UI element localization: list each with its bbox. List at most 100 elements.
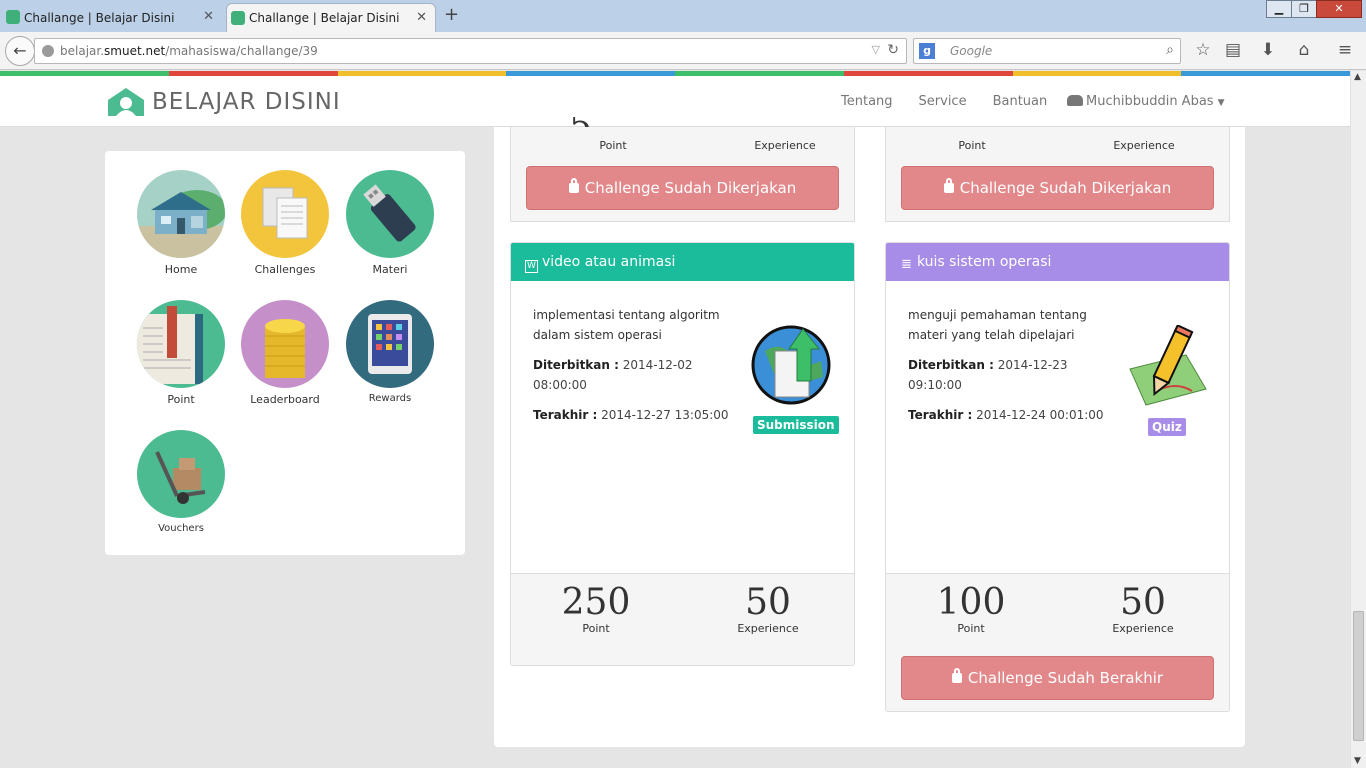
challenge-card-video: Wvideo atau animasi implementasi tentang… (510, 242, 855, 666)
card-body: menguji pemahaman tentang materi yang te… (886, 281, 1229, 573)
reading-list-icon[interactable]: ▤ (1222, 39, 1244, 61)
users-icon (1067, 95, 1083, 106)
experience-label: Experience (737, 622, 799, 635)
nav-tentang[interactable]: Tentang (841, 94, 893, 109)
tab-close-icon[interactable]: ✕ (203, 9, 214, 24)
deadline-date: Terakhir : 2014-12-24 00:01:00 (908, 408, 1104, 422)
challenge-done-button[interactable]: Challenge Sudah Dikerjakan (901, 166, 1214, 210)
experience-stat: 50 Experience (708, 582, 828, 636)
button-label: Challenge Sudah Dikerjakan (959, 179, 1172, 197)
published-date: Diterbitkan : 2014-12-23 09:10:00 (908, 358, 1068, 392)
back-arrow-icon[interactable]: ← (5, 36, 35, 66)
tab-close-icon[interactable]: ✕ (416, 10, 427, 25)
maximize-icon[interactable]: ❐ (1291, 0, 1317, 18)
experience-stat: 50 Experience (1083, 582, 1203, 636)
search-bar[interactable]: g Google ⌕ (913, 38, 1181, 64)
point-label: Point (582, 622, 610, 635)
sidebar-item-label: Materi (372, 263, 408, 276)
card-description: implementasi tentang algoritm dalam sist… (533, 308, 720, 342)
minimize-icon[interactable]: ▁ (1266, 0, 1292, 18)
url-text: belajar.smuet.net/mahasiswa/challange/39 (60, 44, 318, 58)
download-icon[interactable]: ⬇ (1257, 39, 1279, 61)
card-footer: 100 Point 50 Experience Challenge Sudah … (886, 573, 1229, 711)
reload-icon[interactable]: ↻ (887, 42, 899, 58)
button-label: Challenge Sudah Dikerjakan (584, 179, 797, 197)
sidebar-item-point[interactable]: Point (131, 300, 231, 406)
card-header[interactable]: Wvideo atau animasi (511, 243, 854, 281)
site-favicon-icon (231, 11, 245, 25)
card-title: kuis sistem operasi (917, 254, 1052, 270)
logo-icon[interactable] (106, 86, 146, 118)
card-title: video atau animasi (542, 254, 676, 270)
sidebar-item-rewards[interactable]: Rewards (340, 300, 440, 404)
search-placeholder: Google (950, 44, 993, 58)
point-label: Point (957, 622, 985, 635)
sidebar-item-challenges[interactable]: Challenges (235, 170, 335, 276)
user-menu[interactable]: Muchibbuddin Abas ▼ (1067, 94, 1225, 109)
sidebar-item-label: Point (167, 393, 195, 406)
address-bar[interactable]: belajar.smuet.net/mahasiswa/challange/39… (34, 38, 907, 64)
challenge-ended-button[interactable]: Challenge Sudah Berakhir (901, 656, 1214, 700)
sidebar-menu: Home Challenges Materi Point Leaderboard… (105, 151, 465, 555)
nav-bantuan[interactable]: Bantuan (993, 94, 1048, 109)
experience-stat: Experience (1084, 139, 1204, 152)
sidebar-item-label: Home (164, 263, 198, 276)
new-tab-icon[interactable]: + (444, 4, 459, 25)
sidebar-item-materi[interactable]: Materi (340, 170, 440, 276)
experience-label: Experience (754, 139, 816, 152)
sidebar-item-label: Vouchers (158, 523, 204, 534)
point-label: Point (958, 139, 986, 152)
home-icon[interactable]: ⌂ (1293, 39, 1315, 61)
globe-icon (42, 45, 54, 57)
hand-truck-icon (137, 430, 225, 518)
bookmark-star-icon[interactable]: ☆ (1192, 39, 1214, 61)
caret-down-icon: ▼ (1217, 98, 1225, 108)
user-name: Muchibbuddin Abas (1086, 94, 1214, 109)
page-scrollbar[interactable]: ▲ ▼ (1350, 71, 1366, 768)
experience-label: Experience (1112, 622, 1174, 635)
browser-tab-2[interactable]: Challange | Belajar Disini ✕ (226, 3, 436, 32)
nav-service[interactable]: Service (919, 94, 967, 109)
browser-tab-1[interactable]: Challange | Belajar Disini ✕ (2, 3, 222, 32)
published-date: Diterbitkan : 2014-12-02 08:00:00 (533, 358, 693, 392)
dropdown-arrow-icon[interactable]: ▽ (872, 43, 880, 56)
brand-name[interactable]: BELAJAR DISINI (152, 89, 341, 115)
sidebar-item-leaderboard[interactable]: Leaderboard (235, 300, 335, 406)
point-value-cut: 5 (569, 117, 592, 127)
card-body: implementasi tentang algoritm dalam sist… (511, 281, 854, 573)
experience-value: 50 (1120, 582, 1166, 623)
tab-title: Challange | Belajar Disini (249, 11, 400, 25)
scroll-thumb[interactable] (1353, 611, 1364, 741)
home-icon (137, 170, 225, 258)
point-stat: Point (912, 139, 1032, 152)
globe-upload-icon (751, 325, 831, 405)
main-nav: Tentang Service Bantuan (815, 94, 1047, 109)
google-icon[interactable]: g (919, 43, 935, 59)
deadline-date: Terakhir : 2014-12-27 13:05:00 (533, 408, 729, 422)
point-label: Point (599, 139, 627, 152)
submission-badge: Submission (753, 416, 839, 434)
sidebar-item-home[interactable]: Home (131, 170, 231, 276)
usb-drive-icon (346, 170, 434, 258)
window-controls: ▁ ❐ ✕ (1266, 0, 1362, 18)
experience-stat: Experience (725, 139, 845, 152)
scroll-up-icon[interactable]: ▲ (1354, 72, 1361, 82)
sidebar-item-label: Leaderboard (250, 393, 320, 406)
close-window-icon[interactable]: ✕ (1316, 0, 1362, 18)
menu-icon[interactable]: ≡ (1334, 39, 1356, 61)
book-icon (137, 300, 225, 388)
coins-icon (241, 300, 329, 388)
point-value: 100 (936, 582, 1006, 623)
experience-value: 50 (745, 582, 791, 623)
lock-icon (943, 178, 954, 193)
challenge-list: 5 Point Experience Challenge Sudah Diker… (494, 117, 1245, 747)
scroll-down-icon[interactable]: ▼ (1354, 756, 1361, 766)
challenge-done-button[interactable]: Challenge Sudah Dikerjakan (526, 166, 839, 210)
point-stat: 250 Point (536, 584, 656, 636)
browser-toolbar: ← belajar.smuet.net/mahasiswa/challange/… (0, 32, 1366, 70)
pencil-paper-icon (1129, 325, 1207, 406)
card-header[interactable]: ≣ kuis sistem operasi (886, 243, 1229, 281)
challenge-card-partial: Point Experience Challenge Sudah Dikerja… (885, 127, 1230, 222)
sidebar-item-vouchers[interactable]: Vouchers (131, 430, 231, 534)
search-icon[interactable]: ⌕ (1166, 42, 1174, 58)
